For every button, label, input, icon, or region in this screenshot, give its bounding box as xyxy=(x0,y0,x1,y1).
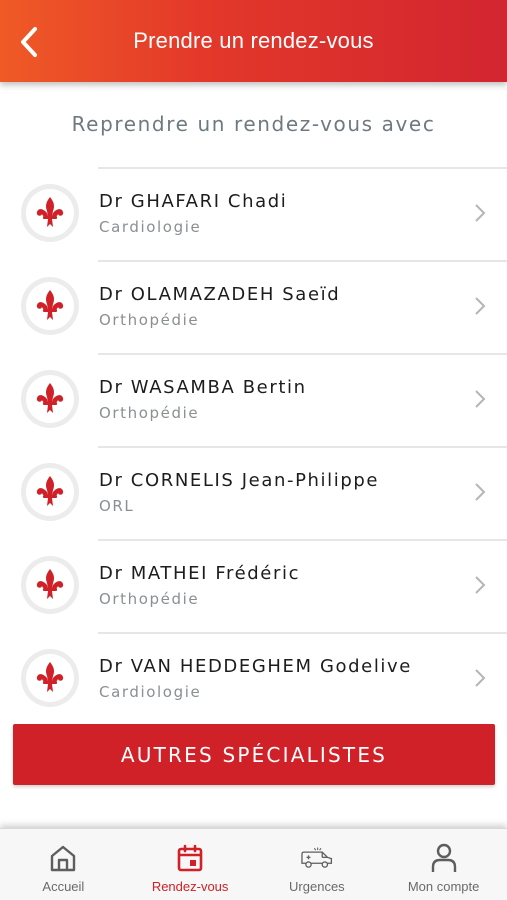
page-title: Prendre un rendez-vous xyxy=(133,28,374,53)
chevron-right-icon xyxy=(475,576,486,594)
doctor-name: Dr CORNELIS Jean-Philippe xyxy=(99,470,380,491)
home-icon xyxy=(46,841,80,875)
avatar xyxy=(21,277,79,335)
doctor-name: Dr OLAMAZADEH Saeïd xyxy=(99,284,341,305)
chevron-right-icon xyxy=(475,297,486,315)
bottom-tab-bar: Accueil Rendez-vous Urgences Mon compte xyxy=(0,828,507,900)
doctor-specialty: Cardiologie xyxy=(99,218,202,236)
divider xyxy=(98,260,507,262)
tab-label: Rendez-vous xyxy=(151,879,229,894)
tab-accueil[interactable]: Accueil xyxy=(0,829,127,900)
doctor-name: Dr WASAMBA Bertin xyxy=(99,377,307,398)
tab-label: Accueil xyxy=(42,879,85,894)
doctor-list: Dr GHAFARI Chadi Cardiologie Dr OLAMAZAD… xyxy=(0,167,507,725)
tab-label: Mon compte xyxy=(407,879,480,894)
fleur-de-lis-icon xyxy=(36,383,64,413)
chevron-right-icon xyxy=(475,669,486,687)
doctor-item[interactable]: Dr VAN HEDDEGHEM Godelive Cardiologie xyxy=(0,632,507,725)
doctor-specialty: Cardiologie xyxy=(99,683,202,701)
fleur-de-lis-icon xyxy=(36,476,64,506)
ambulance-icon xyxy=(300,841,334,875)
back-button[interactable] xyxy=(10,22,48,62)
doctor-item[interactable]: Dr MATHEI Frédéric Orthopédie xyxy=(0,539,507,632)
tab-mon-compte[interactable]: Mon compte xyxy=(380,829,507,900)
avatar xyxy=(21,184,79,242)
other-specialists-button[interactable]: AUTRES SPÉCIALISTES xyxy=(13,724,495,785)
doctor-name: Dr GHAFARI Chadi xyxy=(99,191,288,212)
doctor-name: Dr VAN HEDDEGHEM Godelive xyxy=(99,656,412,677)
chevron-right-icon xyxy=(475,204,486,222)
divider xyxy=(98,167,507,169)
avatar xyxy=(21,556,79,614)
avatar xyxy=(21,463,79,521)
doctor-item[interactable]: Dr GHAFARI Chadi Cardiologie xyxy=(0,167,507,260)
avatar xyxy=(21,370,79,428)
doctor-specialty: Orthopédie xyxy=(99,404,200,422)
doctor-item[interactable]: Dr OLAMAZADEH Saeïd Orthopédie xyxy=(0,260,507,353)
fleur-de-lis-icon xyxy=(36,569,64,599)
back-arrow-icon xyxy=(21,27,37,57)
chevron-right-icon xyxy=(475,390,486,408)
fleur-de-lis-icon xyxy=(36,197,64,227)
divider xyxy=(98,446,507,448)
tab-rendez-vous[interactable]: Rendez-vous xyxy=(127,829,254,900)
divider xyxy=(98,353,507,355)
calendar-icon xyxy=(173,841,207,875)
chevron-right-icon xyxy=(475,483,486,501)
fleur-de-lis-icon xyxy=(36,662,64,692)
doctor-item[interactable]: Dr CORNELIS Jean-Philippe ORL xyxy=(0,446,507,539)
fleur-de-lis-icon xyxy=(36,290,64,320)
doctor-item[interactable]: Dr WASAMBA Bertin Orthopédie xyxy=(0,353,507,446)
tab-label: Urgences xyxy=(289,879,345,894)
doctor-specialty: Orthopédie xyxy=(99,311,200,329)
user-icon xyxy=(427,841,461,875)
divider xyxy=(98,632,507,634)
app-screen: Prendre un rendez-vous Reprendre un rend… xyxy=(0,0,507,900)
doctor-specialty: ORL xyxy=(99,497,135,515)
section-subtitle: Reprendre un rendez-vous avec xyxy=(71,112,436,136)
app-header: Prendre un rendez-vous xyxy=(0,0,507,82)
doctor-name: Dr MATHEI Frédéric xyxy=(99,563,301,584)
avatar xyxy=(21,649,79,707)
divider xyxy=(98,539,507,541)
doctor-specialty: Orthopédie xyxy=(99,590,200,608)
tab-urgences[interactable]: Urgences xyxy=(254,829,381,900)
